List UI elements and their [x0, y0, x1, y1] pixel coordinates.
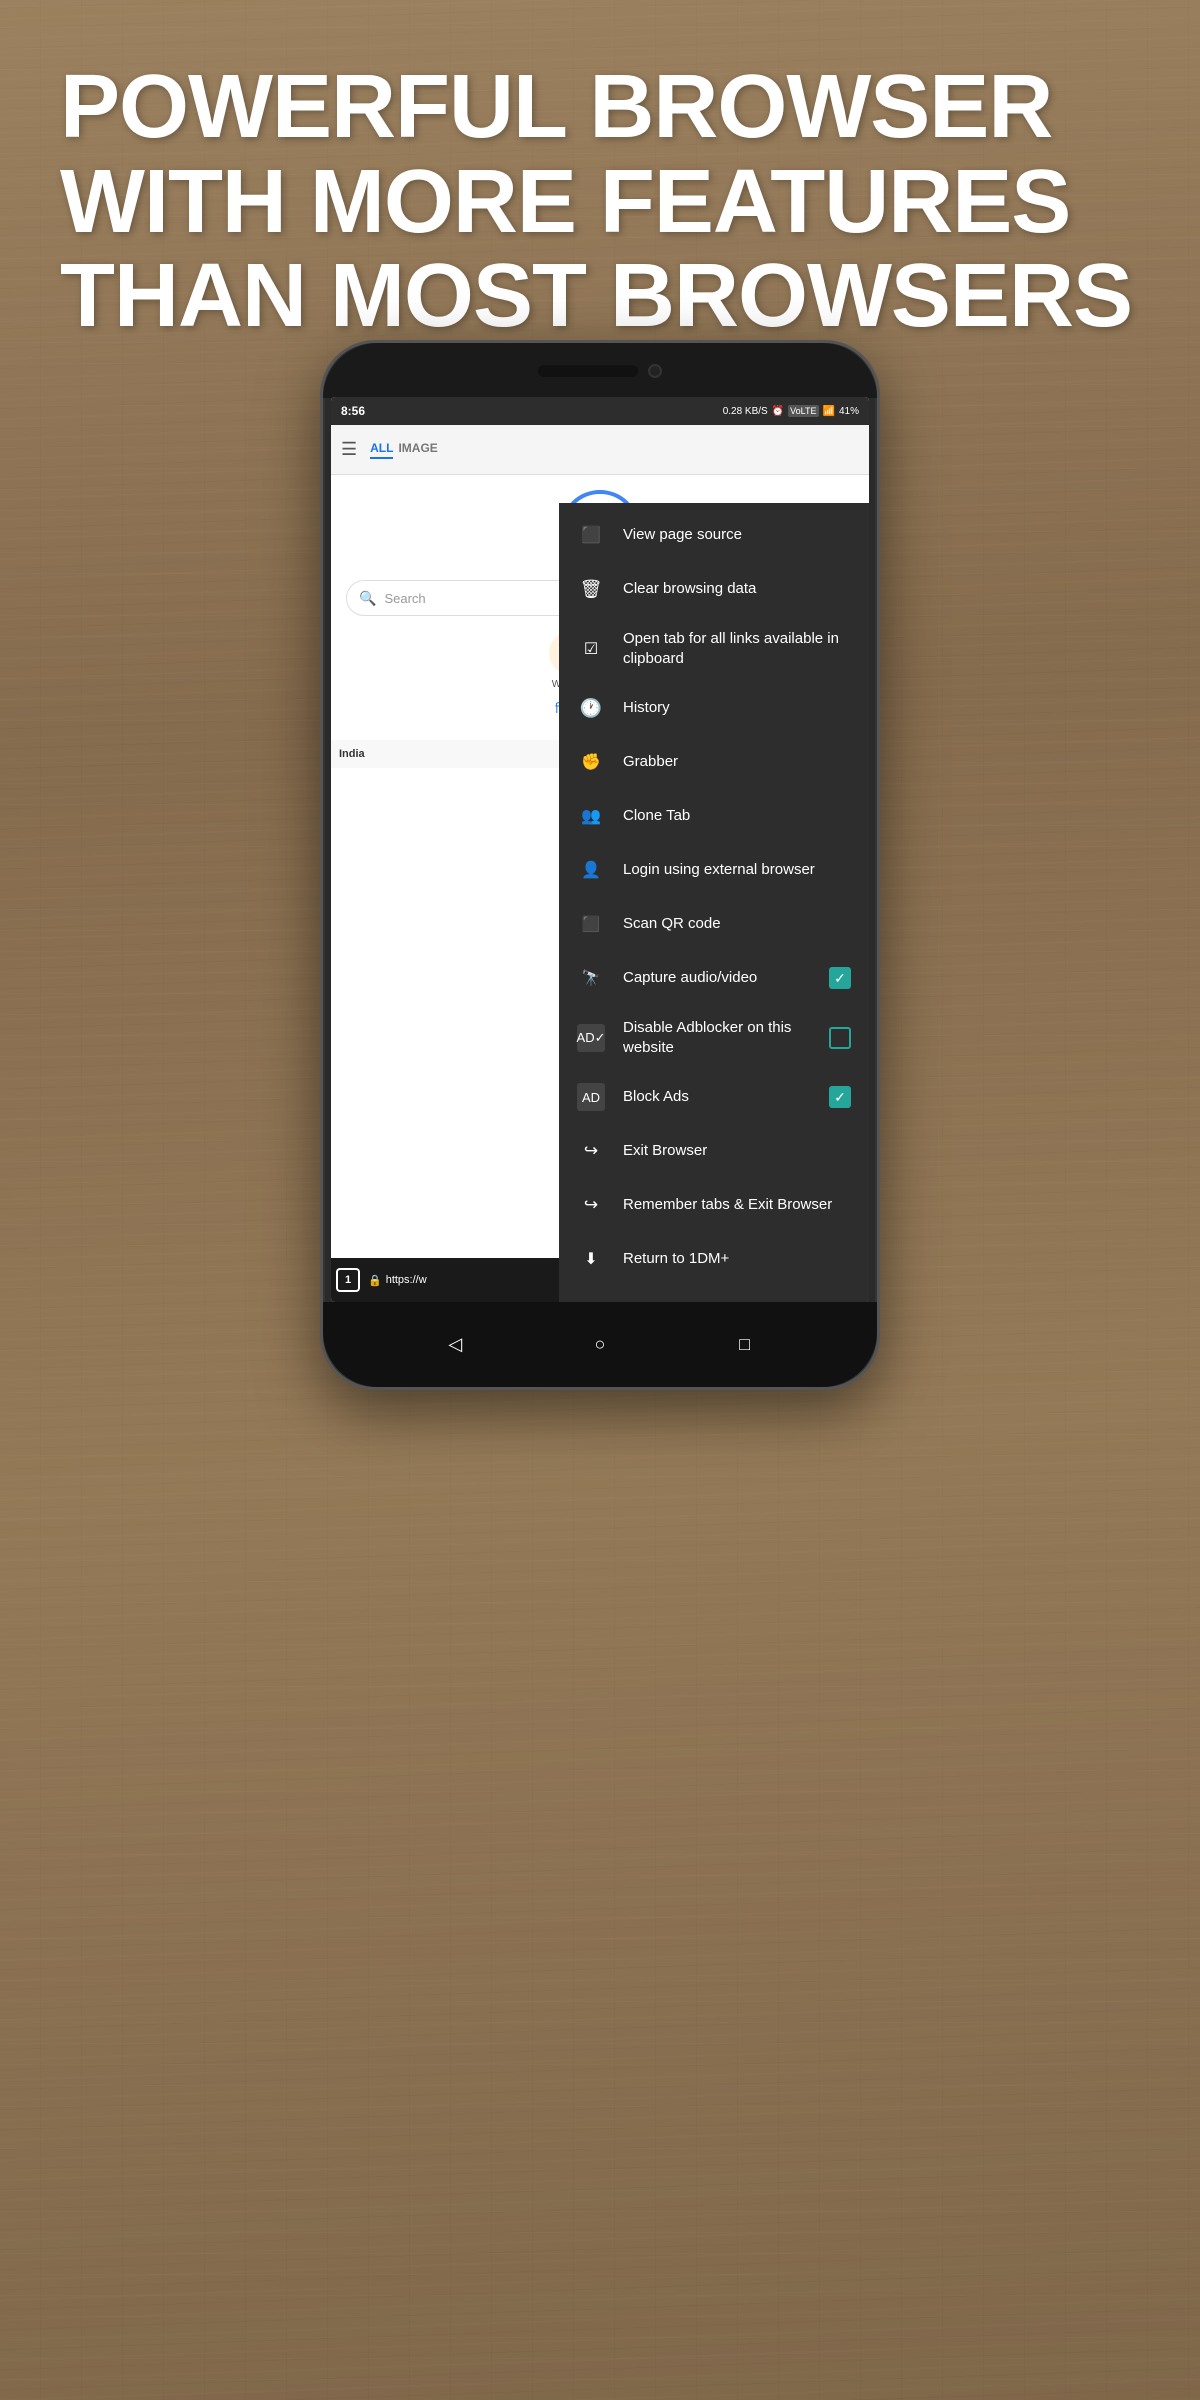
exit-browser-label: Exit Browser	[623, 1141, 851, 1161]
grabber-label: Grabber	[623, 752, 851, 772]
external-login-label: Login using external browser	[623, 860, 851, 880]
clipboard-icon: ☑	[577, 635, 605, 663]
battery-indicator: 41%	[839, 406, 859, 417]
speed-indicator: 0.28 KB/S	[723, 406, 768, 417]
menu-item-view-source[interactable]: ⬛ View page source	[559, 508, 869, 562]
phone-frame: 8:56 0.28 KB/S ⏰ VoLTE 📶 41% ☰ ALL IMAGE	[320, 340, 880, 1390]
volte-indicator: VoLTE	[788, 405, 818, 417]
status-bar: 8:56 0.28 KB/S ⏰ VoLTE 📶 41%	[331, 397, 869, 425]
history-label: History	[623, 698, 851, 718]
remember-exit-label: Remember tabs & Exit Browser	[623, 1195, 851, 1215]
lock-icon: 🔒	[368, 1274, 382, 1287]
android-recent-button[interactable]: □	[730, 1330, 760, 1360]
clear-data-label: Clear browsing data	[623, 579, 851, 599]
hamburger-icon[interactable]: ☰	[341, 439, 357, 460]
browser-main: G 🔍 Search 🌤 Weather	[331, 475, 869, 1302]
disable-adblock-icon: AD✓	[577, 1024, 605, 1052]
menu-item-clear-data[interactable]: 🗑 Clear browsing data	[559, 562, 869, 616]
exit-browser-icon: ↪	[577, 1137, 605, 1165]
view-source-icon: ⬛	[577, 521, 605, 549]
phone-bottom-bar: ◁ ○ □	[323, 1302, 877, 1387]
status-time: 8:56	[341, 404, 365, 418]
tab-images[interactable]: IMAGE	[398, 441, 437, 459]
capture-av-checkbox[interactable]: ✓	[829, 967, 851, 989]
clipboard-label: Open tab for all links available in clip…	[623, 629, 851, 668]
url-text: https://w	[386, 1274, 427, 1286]
tab-bar: ALL IMAGE	[370, 441, 438, 459]
menu-item-incognito[interactable]: 🕵 Switch to Incognito	[559, 1286, 869, 1302]
disable-adblock-label: Disable Adblocker on this website	[623, 1018, 811, 1057]
grabber-icon: ✊	[577, 748, 605, 776]
menu-item-scan-qr[interactable]: ⬛ Scan QR code	[559, 897, 869, 951]
external-login-icon: 👤	[577, 856, 605, 884]
android-home-button[interactable]: ○	[585, 1330, 615, 1360]
menu-item-clipboard[interactable]: ☑ Open tab for all links available in cl…	[559, 616, 869, 681]
capture-av-label: Capture audio/video	[623, 968, 811, 988]
menu-item-remember-exit[interactable]: ↪ Remember tabs & Exit Browser	[559, 1178, 869, 1232]
disable-adblock-checkbox[interactable]	[829, 1027, 851, 1049]
phone-screen: 8:56 0.28 KB/S ⏰ VoLTE 📶 41% ☰ ALL IMAGE	[331, 397, 869, 1302]
menu-item-clone[interactable]: 👥 Clone Tab	[559, 789, 869, 843]
wifi-icon: 📶	[823, 406, 835, 417]
return-1dm-icon: ⬇	[577, 1245, 605, 1273]
block-ads-label: Block Ads	[623, 1087, 811, 1107]
android-back-button[interactable]: ◁	[440, 1330, 470, 1360]
menu-item-capture-av[interactable]: 🔭 Capture audio/video ✓	[559, 951, 869, 1005]
view-source-label: View page source	[623, 525, 851, 545]
capture-av-icon: 🔭	[577, 964, 605, 992]
clock-icon: ⏰	[772, 406, 784, 417]
search-icon: 🔍	[359, 590, 376, 607]
menu-item-disable-adblock[interactable]: AD✓ Disable Adblocker on this website	[559, 1005, 869, 1070]
phone-camera	[648, 364, 662, 378]
menu-item-block-ads[interactable]: AD Block Ads ✓	[559, 1070, 869, 1124]
incognito-icon: 🕵	[577, 1299, 605, 1302]
tab-count-badge[interactable]: 1	[336, 1268, 360, 1292]
return-1dm-label: Return to 1DM+	[623, 1249, 851, 1269]
search-placeholder: Search	[384, 591, 425, 606]
browser-toolbar: ☰ ALL IMAGE	[331, 425, 869, 475]
clone-icon: 👥	[577, 802, 605, 830]
headline-text: Powerful Browser with more features than…	[60, 60, 1140, 344]
headline: Powerful Browser with more features than…	[0, 60, 1200, 344]
clear-data-icon: 🗑	[577, 575, 605, 603]
history-icon: 🕐	[577, 694, 605, 722]
menu-item-history[interactable]: 🕐 History	[559, 681, 869, 735]
scan-qr-icon: ⬛	[577, 910, 605, 938]
india-label: India	[339, 748, 365, 760]
tab-all[interactable]: ALL	[370, 441, 393, 459]
status-icons: 0.28 KB/S ⏰ VoLTE 📶 41%	[723, 405, 859, 417]
screen-layout: 8:56 0.28 KB/S ⏰ VoLTE 📶 41% ☰ ALL IMAGE	[331, 397, 869, 1302]
scan-qr-label: Scan QR code	[623, 914, 851, 934]
block-ads-checkbox[interactable]: ✓	[829, 1086, 851, 1108]
block-ads-icon: AD	[577, 1083, 605, 1111]
menu-item-return-1dm[interactable]: ⬇ Return to 1DM+	[559, 1232, 869, 1286]
menu-item-exit-browser[interactable]: ↪ Exit Browser	[559, 1124, 869, 1178]
remember-exit-icon: ↪	[577, 1191, 605, 1219]
dropdown-menu: ⬛ View page source 🗑 Clear browsing data…	[559, 503, 869, 1302]
phone-speaker	[538, 365, 638, 377]
clone-label: Clone Tab	[623, 806, 851, 826]
menu-item-external-login[interactable]: 👤 Login using external browser	[559, 843, 869, 897]
phone-notch	[323, 343, 877, 398]
menu-item-grabber[interactable]: ✊ Grabber	[559, 735, 869, 789]
